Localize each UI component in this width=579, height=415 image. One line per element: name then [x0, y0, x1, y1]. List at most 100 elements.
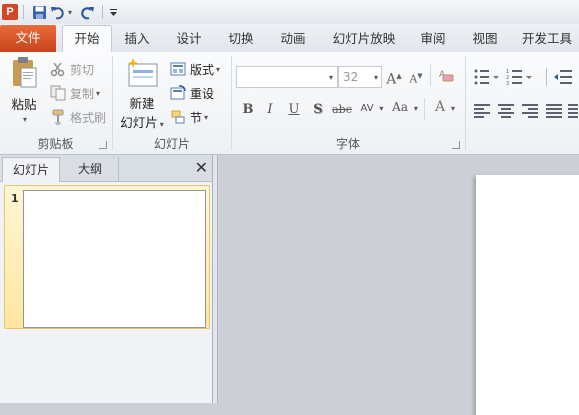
section-dropdown-icon: ▾ — [204, 112, 209, 122]
brush-icon — [50, 109, 66, 125]
font-group: ▾ 32 ▾ A▲ A▼ A B I U S abc AV ▾ Aa ▾ A ▾… — [232, 52, 464, 154]
redo-icon[interactable] — [77, 2, 97, 22]
char-spacing-dropdown-icon: ▾ — [379, 104, 384, 113]
pane-tabs: 幻灯片 大纲 ✕ — [0, 155, 212, 182]
clipboard-group: 粘贴 ▾ 剪切 复制 ▾ 格式刷 剪贴板 — [0, 52, 111, 154]
slide-thumbnail-item[interactable]: 1 — [4, 185, 210, 329]
new-slide-label: 新建 — [129, 96, 155, 111]
tab-slides[interactable]: 幻灯片 — [2, 157, 60, 182]
slide-canvas[interactable] — [476, 175, 579, 415]
customize-icon[interactable] — [108, 2, 118, 22]
tab-file[interactable]: 文件 — [0, 25, 56, 52]
strikethrough-button[interactable]: abc — [330, 100, 354, 120]
paste-dropdown-icon: ▾ — [22, 115, 27, 124]
slide-thumbnail[interactable] — [23, 190, 206, 328]
justify-icon[interactable] — [546, 104, 562, 118]
font-color-button[interactable]: A ▾ — [430, 99, 460, 121]
clear-formatting-button[interactable]: A — [436, 66, 456, 86]
paste-label: 粘贴 — [11, 97, 37, 112]
ribbon: 粘贴 ▾ 剪切 复制 ▾ 格式刷 剪贴板 新建 幻灯片 ▾ 版式 ▾ 重设 节 … — [0, 52, 579, 155]
save-icon[interactable] — [29, 2, 49, 22]
align-right-icon[interactable] — [522, 104, 538, 118]
clipboard-group-label: 剪贴板 — [37, 137, 74, 151]
tab-home[interactable]: 开始 — [62, 25, 112, 52]
format-painter-label: 格式刷 — [70, 110, 107, 125]
slides-group-label: 幻灯片 — [153, 137, 190, 151]
svg-text:3: 3 — [506, 81, 509, 86]
change-case-button[interactable]: Aa ▾ — [390, 100, 420, 120]
numbering-icon: 123 — [506, 69, 532, 87]
tab-review[interactable]: 审阅 — [412, 26, 454, 52]
section-button[interactable]: 节 ▾ — [170, 106, 208, 128]
font-size-select[interactable]: 32 ▾ — [338, 66, 382, 88]
tab-insert[interactable]: 插入 — [116, 26, 158, 52]
layout-button[interactable]: 版式 ▾ — [170, 58, 220, 80]
copy-label: 复制 — [70, 86, 95, 101]
font-size-dropdown-icon: ▾ — [373, 72, 378, 82]
font-separator — [430, 64, 431, 86]
shadow-button[interactable]: S — [308, 100, 328, 120]
italic-button[interactable]: I — [260, 100, 280, 120]
reset-icon — [170, 85, 186, 101]
new-slide-icon — [128, 58, 158, 87]
qat-separator — [102, 5, 103, 19]
grow-font-button[interactable]: A▲ — [384, 66, 404, 88]
columns-icon[interactable] — [568, 104, 578, 118]
char-spacing-label: AV — [360, 103, 374, 114]
new-slide-label-2: 幻灯片 ▾ — [117, 112, 167, 131]
font-color-dropdown-icon: ▾ — [450, 104, 455, 113]
section-icon — [170, 109, 186, 125]
tab-view[interactable]: 视图 — [464, 26, 506, 52]
decrease-indent-icon — [546, 68, 572, 86]
scissors-icon — [50, 61, 66, 77]
bullets-button[interactable] — [474, 68, 500, 86]
slides-group: 新建 幻灯片 ▾ 版式 ▾ 重设 节 ▾ 幻灯片 — [113, 52, 231, 154]
decrease-indent-button[interactable] — [546, 68, 576, 86]
font-name-select[interactable]: ▾ — [236, 66, 338, 88]
paste-icon — [13, 57, 37, 88]
font-size-value: 32 — [343, 70, 359, 84]
qat-separator — [23, 5, 24, 19]
quick-access-toolbar: P ▾ — [0, 0, 579, 25]
font-separator — [424, 98, 425, 120]
slide-number: 1 — [11, 192, 19, 205]
tab-animations[interactable]: 动画 — [272, 26, 314, 52]
font-launcher-icon[interactable] — [452, 141, 460, 149]
tab-outline[interactable]: 大纲 — [62, 157, 119, 181]
char-spacing-button[interactable]: AV ▾ — [358, 100, 386, 120]
undo-dropdown-icon[interactable]: ▾ — [65, 2, 73, 22]
change-case-label: Aa — [392, 100, 408, 114]
slides-pane: 幻灯片 大纲 ✕ 1 — [0, 155, 213, 403]
copy-dropdown-icon: ▾ — [96, 88, 101, 98]
reset-label: 重设 — [190, 86, 215, 101]
copy-icon — [50, 85, 66, 101]
numbering-button[interactable]: 123 — [506, 68, 534, 87]
align-center-icon[interactable] — [498, 104, 514, 118]
clear-formatting-icon: A — [439, 70, 454, 82]
copy-button[interactable]: 复制 ▾ — [50, 82, 100, 104]
paragraph-group: 123 — [466, 52, 579, 154]
tab-slideshow[interactable]: 幻灯片放映 — [324, 26, 404, 52]
cut-button[interactable]: 剪切 — [50, 58, 94, 80]
tab-design[interactable]: 设计 — [168, 26, 210, 52]
powerpoint-logo-icon[interactable]: P — [2, 4, 18, 20]
font-name-dropdown-icon: ▾ — [328, 72, 333, 82]
new-slide-label-2-text: 幻灯片 — [120, 115, 158, 130]
shrink-font-button[interactable]: A▼ — [406, 66, 426, 86]
paste-button[interactable]: 粘贴 ▾ — [4, 56, 44, 128]
align-left-icon[interactable] — [474, 104, 490, 118]
bold-button[interactable]: B — [238, 100, 258, 120]
font-color-label: A — [435, 99, 446, 115]
bullets-icon — [474, 69, 499, 85]
tab-developer[interactable]: 开发工具 — [516, 26, 578, 52]
ribbon-tabs: 文件 开始 插入 设计 切换 动画 幻灯片放映 审阅 视图 开发工具 — [0, 24, 579, 53]
reset-button[interactable]: 重设 — [170, 82, 214, 104]
underline-button[interactable]: U — [284, 100, 304, 120]
format-painter-button[interactable]: 格式刷 — [50, 106, 106, 128]
close-icon[interactable]: ✕ — [195, 158, 208, 178]
layout-icon — [170, 61, 186, 77]
tab-transitions[interactable]: 切换 — [220, 26, 262, 52]
undo-icon[interactable] — [49, 2, 65, 22]
clipboard-launcher-icon[interactable] — [99, 141, 107, 149]
new-slide-button[interactable]: 新建 幻灯片 ▾ — [117, 56, 167, 131]
